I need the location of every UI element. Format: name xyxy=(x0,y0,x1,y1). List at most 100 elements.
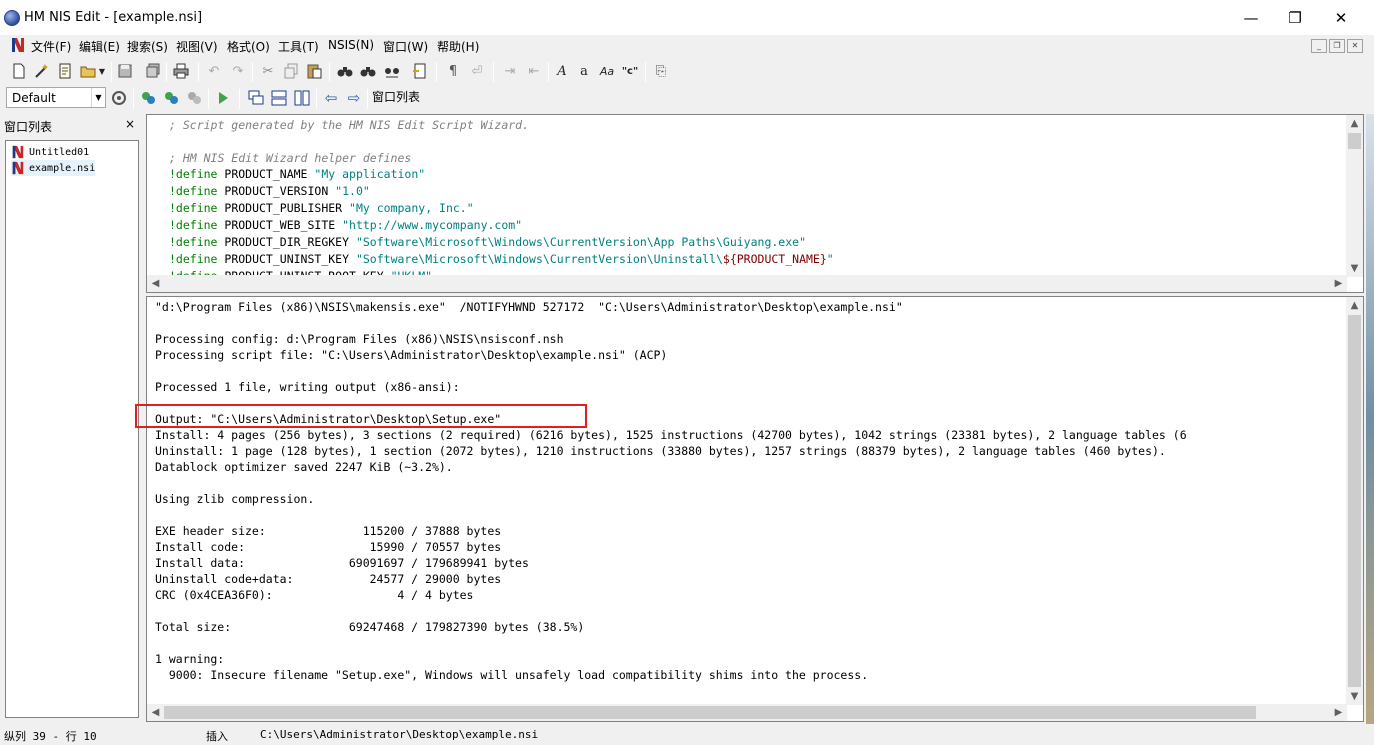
mdi-close-icon[interactable]: ✕ xyxy=(1347,39,1363,53)
wizard-icon[interactable] xyxy=(32,61,52,81)
scroll-right-icon[interactable]: ▶ xyxy=(1330,275,1347,292)
output-line: EXE header size: 115200 / 37888 bytes xyxy=(155,524,502,538)
copy-icon[interactable] xyxy=(281,61,301,81)
scroll-left-icon[interactable]: ◀ xyxy=(147,704,164,721)
mdi-minimize-icon[interactable]: _ xyxy=(1311,39,1327,53)
cut-icon[interactable]: ✂ xyxy=(258,61,278,81)
cursor-position: 纵列 39 - 行 10 xyxy=(4,730,97,743)
open-folder-icon[interactable] xyxy=(78,61,98,81)
menu-file[interactable]: 文件(F) xyxy=(31,38,71,55)
nsis-file-icon xyxy=(12,161,24,175)
menu-edit[interactable]: 编辑(E) xyxy=(79,38,120,55)
compile-icon[interactable] xyxy=(138,88,158,108)
scroll-down-icon[interactable]: ▼ xyxy=(1346,260,1363,277)
case-toggle-icon[interactable]: Aa xyxy=(597,61,617,81)
code-line: !define PRODUCT_PUBLISHER "My company, I… xyxy=(169,201,474,215)
indent-icon[interactable]: ⇥ xyxy=(500,61,520,81)
lowercase-icon[interactable]: a xyxy=(574,61,594,81)
undo-icon[interactable]: ↶ xyxy=(204,61,224,81)
outdent-icon[interactable]: ⇤ xyxy=(524,61,544,81)
menu-format[interactable]: 格式(O) xyxy=(227,38,270,55)
print-icon[interactable] xyxy=(171,61,191,81)
replace-icon[interactable] xyxy=(382,61,402,81)
sidebar-item-label: Untitled01 xyxy=(29,146,90,158)
config-combo-value: Default xyxy=(12,91,56,105)
window-list-button[interactable]: 窗口列表 xyxy=(372,88,420,105)
scroll-right-icon[interactable]: ▶ xyxy=(1330,704,1347,721)
code-line: !define PRODUCT_DIR_REGKEY "Software\Mic… xyxy=(169,235,806,249)
output-line: Uninstall code+data: 24577 / 29000 bytes xyxy=(155,572,502,586)
editor-vertical-scrollbar[interactable]: ▲ ▼ xyxy=(1346,115,1363,277)
code-line: !define PRODUCT_NAME "My application" xyxy=(169,167,426,181)
scroll-up-icon[interactable]: ▲ xyxy=(1346,297,1363,314)
tile-vertical-icon[interactable] xyxy=(292,88,312,108)
menu-view[interactable]: 视图(V) xyxy=(176,38,218,55)
find-icon[interactable] xyxy=(335,61,355,81)
scroll-left-icon[interactable]: ◀ xyxy=(147,275,164,292)
sidebar-item-example-nsi[interactable]: example.nsi xyxy=(11,160,96,176)
scroll-thumb[interactable] xyxy=(1348,315,1361,687)
output-horizontal-scrollbar[interactable]: ◀ ▶ xyxy=(147,704,1347,721)
open-dropdown-icon[interactable]: ▼ xyxy=(96,61,108,81)
new-file-icon[interactable] xyxy=(9,61,29,81)
sidebar-item-label: example.nsi xyxy=(29,162,96,174)
mdi-restore-icon[interactable]: ❐ xyxy=(1329,39,1345,53)
compile-run-icon[interactable] xyxy=(161,88,181,108)
maximize-button[interactable]: ❐ xyxy=(1272,0,1318,35)
scroll-thumb[interactable] xyxy=(1348,133,1361,149)
output-vertical-scrollbar[interactable]: ▲ ▼ xyxy=(1346,297,1363,705)
cascade-windows-icon[interactable] xyxy=(246,88,266,108)
build-toolbar xyxy=(0,85,1374,113)
document-icon[interactable] xyxy=(11,37,25,53)
menu-tools[interactable]: 工具(T) xyxy=(278,38,319,55)
word-wrap-icon[interactable]: ⏎ xyxy=(467,61,487,81)
code-line: !define PRODUCT_WEB_SITE "http://www.myc… xyxy=(169,218,523,232)
save-all-icon[interactable] xyxy=(143,61,163,81)
italic-icon[interactable]: A xyxy=(552,61,572,81)
save-icon[interactable] xyxy=(115,61,135,81)
stop-compile-icon[interactable] xyxy=(184,88,204,108)
scroll-up-icon[interactable]: ▲ xyxy=(1346,115,1363,132)
goto-line-icon[interactable] xyxy=(410,61,430,81)
window-title: HM NIS Edit - [example.nsi] xyxy=(24,10,203,25)
window-list-panel: Untitled01 example.nsi xyxy=(5,140,139,718)
next-window-icon[interactable]: ⇨ xyxy=(344,88,364,108)
minimize-button[interactable]: — xyxy=(1228,0,1274,35)
code-line: ; HM NIS Edit Wizard helper defines xyxy=(169,151,412,165)
paste-icon[interactable] xyxy=(304,61,324,81)
scroll-thumb[interactable] xyxy=(164,706,1256,719)
menu-search[interactable]: 搜索(S) xyxy=(127,38,168,55)
sidebar-item-untitled01[interactable]: Untitled01 xyxy=(11,144,89,160)
quote-icon[interactable]: "c" xyxy=(620,61,640,81)
file-path: C:\Users\Administrator\Desktop\example.n… xyxy=(260,728,539,741)
code-line: !define PRODUCT_UNINST_KEY "Software\Mic… xyxy=(169,252,834,266)
close-button[interactable]: ✕ xyxy=(1318,0,1364,35)
template-icon[interactable] xyxy=(55,61,75,81)
sidebar-close-button[interactable]: × xyxy=(125,117,135,131)
chevron-down-icon[interactable]: ▼ xyxy=(91,88,105,107)
output-line: CRC (0x4CEA36F0): 4 / 4 bytes xyxy=(155,588,474,602)
compiler-output[interactable]: "d:\Program Files (x86)\NSIS\makensis.ex… xyxy=(146,296,1364,722)
output-line: 9000: Insecure filename "Setup.exe", Win… xyxy=(155,668,869,682)
previous-window-icon[interactable]: ⇦ xyxy=(321,88,341,108)
comment-icon[interactable]: ⎘ xyxy=(651,61,671,81)
output-line: Using zlib compression. xyxy=(155,492,315,506)
menu-help[interactable]: 帮助(H) xyxy=(437,38,479,55)
show-whitespace-icon[interactable]: ¶ xyxy=(443,61,463,81)
menu-nsis[interactable]: NSIS(N) xyxy=(328,38,374,52)
menu-window[interactable]: 窗口(W) xyxy=(383,38,428,55)
find-next-icon[interactable] xyxy=(358,61,378,81)
code-editor[interactable]: ; Script generated by the HM NIS Edit Sc… xyxy=(146,114,1364,293)
tile-horizontal-icon[interactable] xyxy=(269,88,289,108)
output-line: Processing config: d:\Program Files (x86… xyxy=(155,332,564,346)
config-combo[interactable]: Default ▼ xyxy=(6,87,106,108)
config-icon[interactable] xyxy=(109,88,129,108)
app-icon xyxy=(4,10,20,26)
output-line: Install code: 15990 / 70557 bytes xyxy=(155,540,502,554)
code-line: ; Script generated by the HM NIS Edit Sc… xyxy=(169,118,530,132)
insert-mode: 插入 xyxy=(206,730,228,743)
scroll-down-icon[interactable]: ▼ xyxy=(1346,688,1363,705)
editor-horizontal-scrollbar[interactable]: ◀ ▶ xyxy=(147,275,1347,292)
run-icon[interactable] xyxy=(213,88,233,108)
redo-icon[interactable]: ↷ xyxy=(228,61,248,81)
